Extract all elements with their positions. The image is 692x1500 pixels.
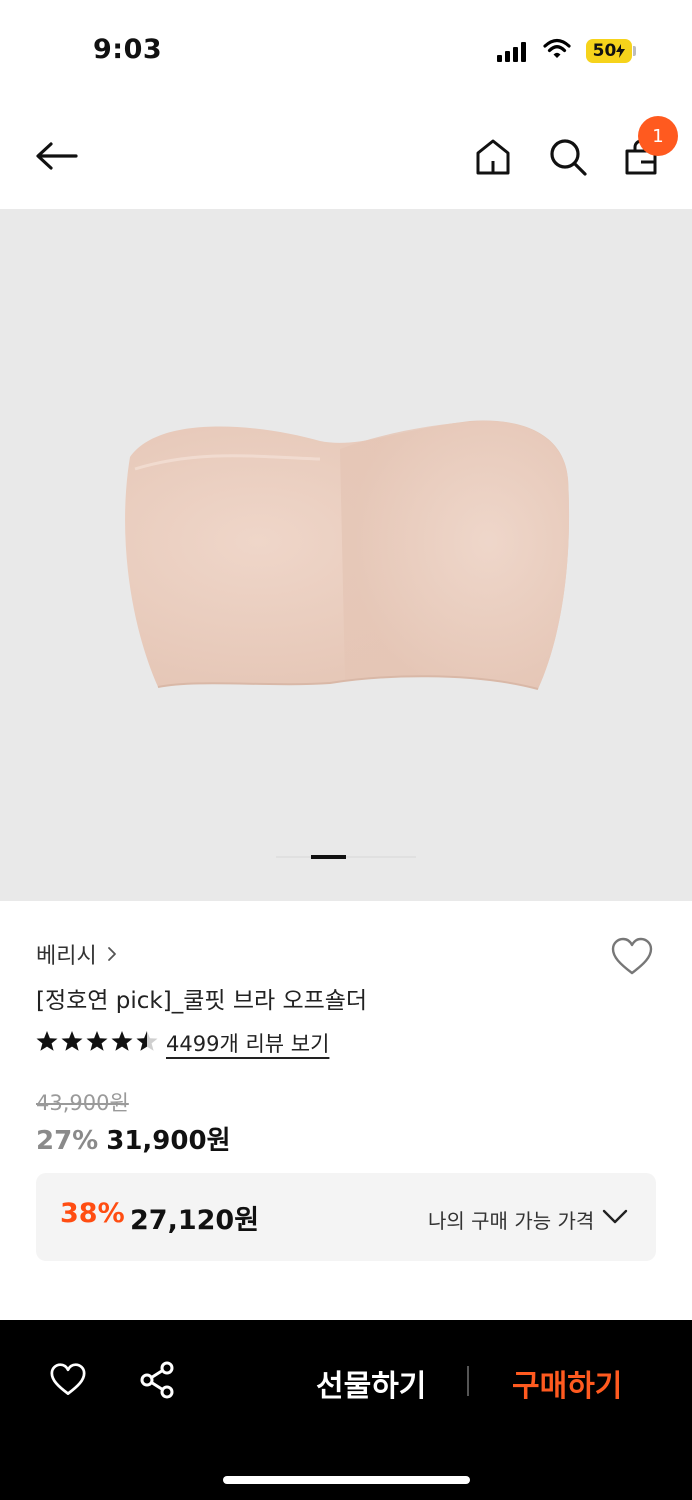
my-price-label: 나의 구매 가능 가격 xyxy=(428,1209,595,1233)
charging-bolt-icon xyxy=(616,44,626,58)
share-icon xyxy=(140,1361,174,1399)
cellular-signal-icon xyxy=(497,42,526,62)
product-image-carousel[interactable] xyxy=(0,209,692,901)
product-title: [정호연 pick]_쿨핏 브라 오프숄더 xyxy=(36,988,368,1014)
bottom-bar-divider xyxy=(467,1366,469,1396)
bottom-wishlist-button[interactable] xyxy=(46,1360,90,1400)
battery-level: 50 xyxy=(592,41,617,61)
price-row: 27% 31,900원 xyxy=(36,1120,231,1157)
bottom-action-bar xyxy=(0,1320,692,1500)
discount-rate: 27% xyxy=(36,1126,99,1156)
search-icon xyxy=(550,139,587,176)
star-icon xyxy=(86,1031,108,1051)
star-half-icon xyxy=(136,1031,158,1051)
star-icon xyxy=(61,1031,83,1051)
review-link[interactable]: 4499개 리뷰 보기 xyxy=(166,1028,329,1058)
star-icon xyxy=(36,1031,58,1051)
home-button[interactable] xyxy=(472,136,514,178)
wishlist-button[interactable] xyxy=(608,935,656,979)
carousel-indicator-track xyxy=(276,856,416,858)
share-button[interactable] xyxy=(136,1358,178,1402)
chevron-down-icon xyxy=(602,1209,628,1229)
heart-outline-icon xyxy=(50,1363,86,1395)
status-time: 9:03 xyxy=(93,34,163,65)
my-price: 27,120원 xyxy=(130,1205,260,1236)
home-icon xyxy=(476,139,510,175)
wifi-icon xyxy=(543,38,571,64)
gift-button[interactable]: 선물하기 xyxy=(316,1361,426,1405)
my-discount-rate: 38% xyxy=(60,1198,125,1229)
rating-stars xyxy=(36,1030,161,1054)
home-indicator xyxy=(223,1476,470,1484)
battery-cap xyxy=(633,46,636,56)
star-icon xyxy=(111,1031,133,1051)
buy-button[interactable]: 구매하기 xyxy=(512,1361,622,1405)
carousel-indicator-active xyxy=(311,855,346,859)
back-button[interactable] xyxy=(32,138,80,174)
original-price: 43,900원 xyxy=(36,1091,129,1115)
heart-outline-icon xyxy=(611,937,653,975)
battery-indicator: 50 xyxy=(586,39,632,63)
chevron-right-icon xyxy=(107,947,116,961)
sale-price: 31,900원 xyxy=(106,1126,231,1156)
arrow-left-icon xyxy=(36,142,78,170)
product-image xyxy=(125,420,570,690)
brand-name: 베리시 xyxy=(36,944,97,969)
brand-link[interactable]: 베리시 xyxy=(36,938,117,970)
search-button[interactable] xyxy=(546,136,590,178)
cart-count-badge: 1 xyxy=(638,116,678,156)
